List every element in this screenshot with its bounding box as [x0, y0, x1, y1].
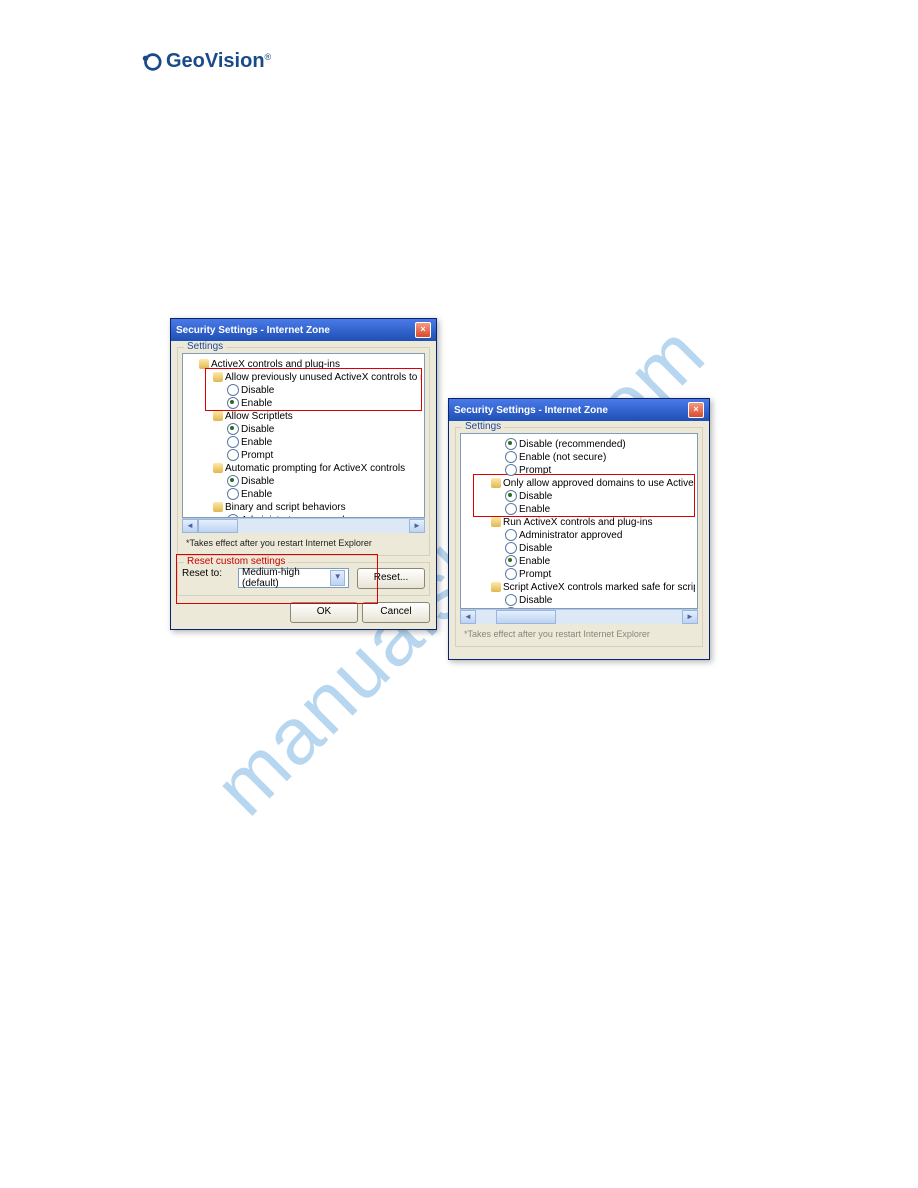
radio-option[interactable]: Enable (not secure) [463, 451, 695, 464]
gear-icon [491, 517, 501, 527]
settings-legend: Settings [184, 341, 226, 352]
brand-logo: GeoVision ® [140, 50, 271, 73]
tree-item: Script ActiveX controls marked safe for … [463, 581, 695, 594]
horizontal-scrollbar[interactable]: ◄ ► [182, 518, 425, 533]
logo-text: GeoVision [166, 50, 265, 73]
radio-option[interactable]: Disable [185, 384, 422, 397]
titlebar[interactable]: Security Settings - Internet Zone × [449, 399, 709, 421]
radio-option[interactable]: Enable [463, 555, 695, 568]
horizontal-scrollbar[interactable]: ◄ ► [460, 609, 698, 624]
settings-group: Settings ActiveX controls and plug-ins A… [177, 347, 430, 556]
gear-icon [213, 372, 223, 382]
gear-icon [213, 411, 223, 421]
settings-group: Settings Disable (recommended) Enable (n… [455, 427, 703, 647]
close-icon[interactable]: × [415, 322, 431, 338]
scroll-thumb[interactable] [198, 519, 238, 533]
gear-icon [199, 359, 209, 369]
close-icon[interactable]: × [688, 402, 704, 418]
radio-option[interactable]: Prompt [463, 464, 695, 477]
scroll-thumb[interactable] [496, 610, 556, 624]
tree-item: Only allow approved domains to use Activ… [463, 477, 695, 490]
radio-option[interactable]: Prompt [185, 449, 422, 462]
scroll-right-icon[interactable]: ► [682, 610, 698, 624]
chevron-down-icon[interactable]: ▼ [330, 570, 345, 586]
logo-icon [140, 51, 162, 73]
radio-option[interactable]: Disable [185, 423, 422, 436]
footnote: *Takes effect after you restart Internet… [460, 624, 698, 642]
ok-button[interactable]: OK [290, 602, 358, 623]
tree-item: Allow previously unused ActiveX controls… [185, 371, 422, 384]
tree-item: ActiveX controls and plug-ins [185, 358, 422, 371]
radio-option[interactable]: Disable [463, 594, 695, 607]
settings-tree[interactable]: ActiveX controls and plug-ins Allow prev… [182, 353, 425, 518]
reset-button[interactable]: Reset... [357, 568, 425, 589]
settings-tree[interactable]: Disable (recommended) Enable (not secure… [460, 433, 698, 609]
settings-legend: Settings [462, 421, 504, 432]
radio-option[interactable]: Enable [463, 607, 695, 609]
window-title: Security Settings - Internet Zone [176, 325, 330, 336]
gear-icon [491, 478, 501, 488]
footnote: *Takes effect after you restart Internet… [182, 533, 425, 551]
tree-item: Automatic prompting for ActiveX controls [185, 462, 422, 475]
cancel-button[interactable]: Cancel [362, 602, 430, 623]
scroll-right-icon[interactable]: ► [409, 519, 425, 533]
scroll-left-icon[interactable]: ◄ [182, 519, 198, 533]
radio-option[interactable]: Enable [185, 436, 422, 449]
radio-option[interactable]: Enable [185, 488, 422, 501]
radio-option[interactable]: Disable (recommended) [463, 438, 695, 451]
radio-option[interactable]: Disable [463, 542, 695, 555]
reset-group: Reset custom settings Reset to: Medium-h… [177, 562, 430, 596]
scroll-left-icon[interactable]: ◄ [460, 610, 476, 624]
radio-option[interactable]: Enable [185, 397, 422, 410]
tree-item: Allow Scriptlets [185, 410, 422, 423]
radio-option[interactable]: Disable [463, 490, 695, 503]
window-title: Security Settings - Internet Zone [454, 405, 608, 416]
radio-option[interactable]: Enable [463, 503, 695, 516]
logo-registered: ® [265, 52, 272, 62]
reset-legend: Reset custom settings [184, 556, 288, 567]
radio-option[interactable]: Administrator approved [463, 529, 695, 542]
gear-icon [491, 582, 501, 592]
tree-item: Run ActiveX controls and plug-ins [463, 516, 695, 529]
gear-icon [213, 502, 223, 512]
gear-icon [213, 463, 223, 473]
radio-option[interactable]: Prompt [463, 568, 695, 581]
radio-option[interactable]: Administrator approved [185, 514, 422, 518]
tree-item: Binary and script behaviors [185, 501, 422, 514]
titlebar[interactable]: Security Settings - Internet Zone × [171, 319, 436, 341]
radio-option[interactable]: Disable [185, 475, 422, 488]
security-settings-dialog-1: Security Settings - Internet Zone × Sett… [170, 318, 437, 630]
security-settings-dialog-2: Security Settings - Internet Zone × Sett… [448, 398, 710, 660]
reset-to-select[interactable]: Medium-high (default) ▼ [238, 568, 349, 588]
reset-to-label: Reset to: [182, 568, 230, 589]
